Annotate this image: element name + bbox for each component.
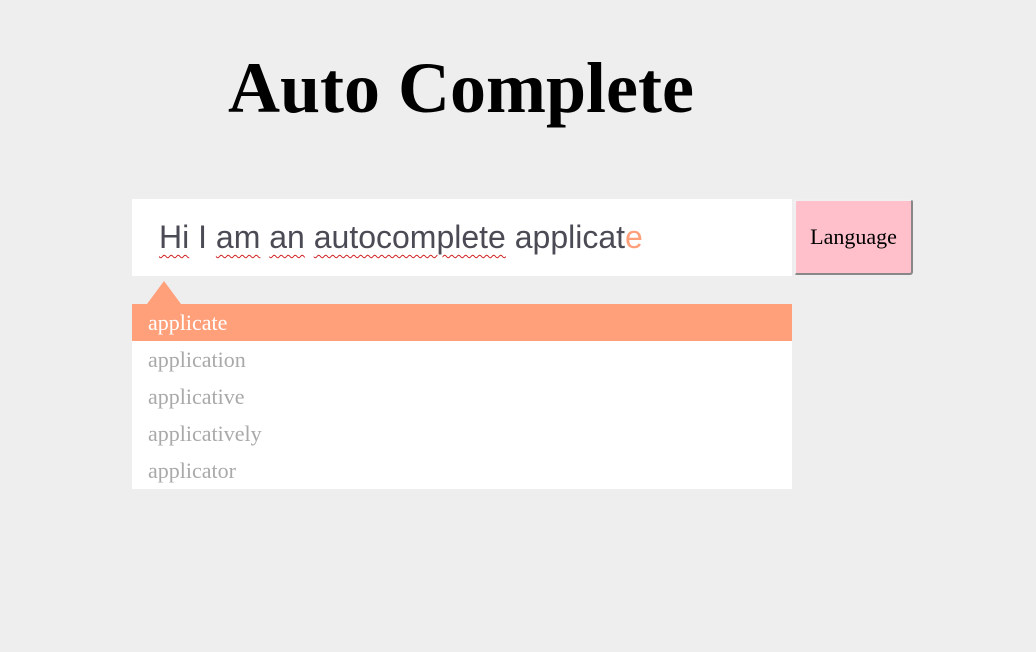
page-title: Auto Complete xyxy=(228,48,694,128)
input-word: am xyxy=(215,219,261,255)
page: Auto Complete Hi I am an autocomplete ap… xyxy=(0,0,1036,652)
suggestion-item[interactable]: application xyxy=(132,341,792,378)
input-word: autocomplete xyxy=(313,219,506,255)
completion-ghost-text: e xyxy=(625,219,643,255)
input-word: an xyxy=(269,219,305,255)
input-word: Hi xyxy=(159,219,190,255)
dropdown-pointer-icon xyxy=(147,281,181,304)
input-current-word: applicat xyxy=(514,219,626,255)
suggestion-list: applicate application applicative applic… xyxy=(132,304,792,489)
suggestion-item[interactable]: applicate xyxy=(132,304,792,341)
input-word: I xyxy=(198,219,207,255)
suggestion-item[interactable]: applicator xyxy=(132,452,792,489)
suggestion-item[interactable]: applicatively xyxy=(132,415,792,452)
autocomplete-input[interactable]: Hi I am an autocomplete applicat e xyxy=(132,199,792,276)
language-button[interactable]: Language xyxy=(794,199,913,275)
suggestion-item[interactable]: applicative xyxy=(132,378,792,415)
